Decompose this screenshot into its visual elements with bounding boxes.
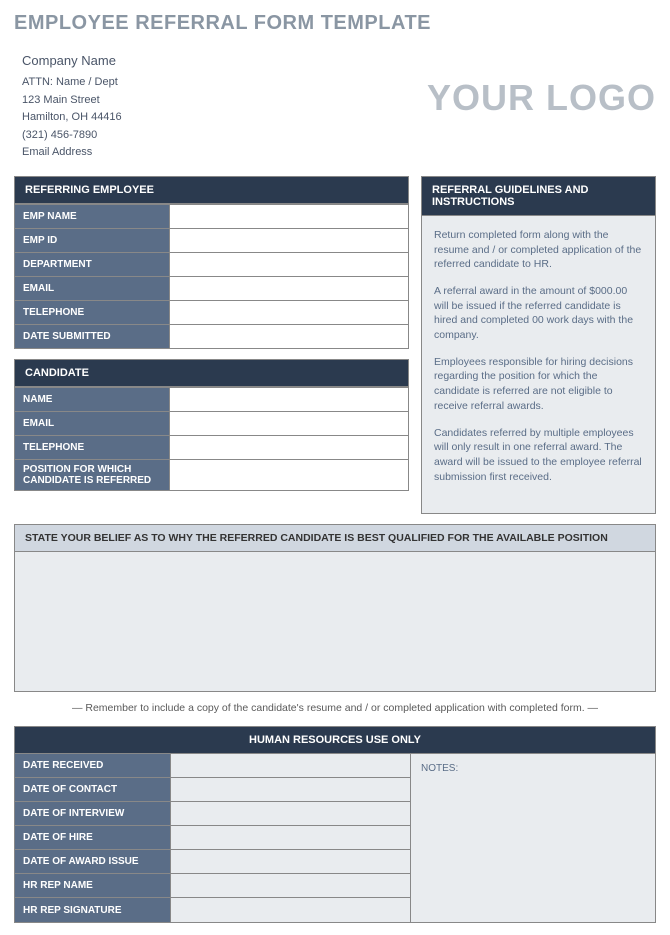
logo-placeholder: YOUR LOGO xyxy=(427,77,656,119)
company-attn: ATTN: Name / Dept xyxy=(22,74,122,92)
referring-header: REFERRING EMPLOYEE xyxy=(14,176,409,204)
field-label: DATE OF AWARD ISSUE xyxy=(15,850,170,874)
date-award-input[interactable] xyxy=(170,850,410,874)
guidelines-box: Return completed form along with the res… xyxy=(421,216,656,514)
field-label: DATE OF INTERVIEW xyxy=(15,802,170,826)
guidelines-p3: Employees responsible for hiring decisio… xyxy=(434,355,643,414)
company-street: 123 Main Street xyxy=(22,92,122,110)
company-citystate: Hamilton, OH 44416 xyxy=(22,109,122,127)
hr-table: DATE RECEIVED DATE OF CONTACT DATE OF IN… xyxy=(15,754,410,922)
field-label: TELEPHONE xyxy=(15,300,170,324)
qualification-header: STATE YOUR BELIEF AS TO WHY THE REFERRED… xyxy=(14,524,656,552)
referring-table: EMP NAME EMP ID DEPARTMENT EMAIL TELEPHO… xyxy=(14,204,409,349)
field-label: EMAIL xyxy=(15,276,170,300)
company-phone: (321) 456-7890 xyxy=(22,127,122,145)
field-label: TELEPHONE xyxy=(15,435,170,459)
field-label: DATE SUBMITTED xyxy=(15,324,170,348)
date-submitted-input[interactable] xyxy=(170,324,409,348)
guidelines-p2: A referral award in the amount of $000.0… xyxy=(434,284,643,343)
cand-name-input[interactable] xyxy=(170,387,409,411)
hr-header: HUMAN RESOURCES USE ONLY xyxy=(14,726,656,754)
company-email: Email Address xyxy=(22,144,122,162)
guidelines-p4: Candidates referred by multiple employee… xyxy=(434,426,643,485)
cand-email-input[interactable] xyxy=(170,411,409,435)
field-label: EMP ID xyxy=(15,228,170,252)
company-name: Company Name xyxy=(22,53,122,68)
department-input[interactable] xyxy=(170,252,409,276)
guidelines-header: REFERRAL GUIDELINES AND INSTRUCTIONS xyxy=(421,176,656,216)
hr-rep-signature-input[interactable] xyxy=(170,898,410,922)
field-label: NAME xyxy=(15,387,170,411)
field-label: HR REP NAME xyxy=(15,874,170,898)
hr-notes-area[interactable]: NOTES: xyxy=(410,754,655,922)
cand-telephone-input[interactable] xyxy=(170,435,409,459)
date-received-input[interactable] xyxy=(170,754,410,778)
field-label: DEPARTMENT xyxy=(15,252,170,276)
date-hire-input[interactable] xyxy=(170,826,410,850)
candidate-table: NAME EMAIL TELEPHONE POSITION FOR WHICH … xyxy=(14,387,409,491)
qualification-textarea[interactable] xyxy=(14,552,656,692)
guidelines-p1: Return completed form along with the res… xyxy=(434,228,643,272)
hr-rep-name-input[interactable] xyxy=(170,874,410,898)
notes-label: NOTES: xyxy=(421,763,458,774)
hr-body: DATE RECEIVED DATE OF CONTACT DATE OF IN… xyxy=(14,754,656,923)
field-label: EMAIL xyxy=(15,411,170,435)
field-label: DATE OF CONTACT xyxy=(15,778,170,802)
header-row: Company Name ATTN: Name / Dept 123 Main … xyxy=(14,53,656,162)
hr-left: DATE RECEIVED DATE OF CONTACT DATE OF IN… xyxy=(15,754,410,922)
candidate-header: CANDIDATE xyxy=(14,359,409,387)
cand-position-input[interactable] xyxy=(170,459,409,490)
page-title: EMPLOYEE REFERRAL FORM TEMPLATE xyxy=(14,12,656,35)
date-interview-input[interactable] xyxy=(170,802,410,826)
reminder-text: — Remember to include a copy of the cand… xyxy=(14,702,656,714)
field-label: EMP NAME xyxy=(15,204,170,228)
main-columns: REFERRING EMPLOYEE EMP NAME EMP ID DEPAR… xyxy=(14,176,656,514)
field-label: DATE RECEIVED xyxy=(15,754,170,778)
date-contact-input[interactable] xyxy=(170,778,410,802)
left-column: REFERRING EMPLOYEE EMP NAME EMP ID DEPAR… xyxy=(14,176,409,514)
field-label: HR REP SIGNATURE xyxy=(15,898,170,922)
right-column: REFERRAL GUIDELINES AND INSTRUCTIONS Ret… xyxy=(421,176,656,514)
company-block: Company Name ATTN: Name / Dept 123 Main … xyxy=(14,53,122,162)
emp-id-input[interactable] xyxy=(170,228,409,252)
ref-email-input[interactable] xyxy=(170,276,409,300)
emp-name-input[interactable] xyxy=(170,204,409,228)
field-label: DATE OF HIRE xyxy=(15,826,170,850)
ref-telephone-input[interactable] xyxy=(170,300,409,324)
field-label: POSITION FOR WHICH CANDIDATE IS REFERRED xyxy=(15,459,170,490)
